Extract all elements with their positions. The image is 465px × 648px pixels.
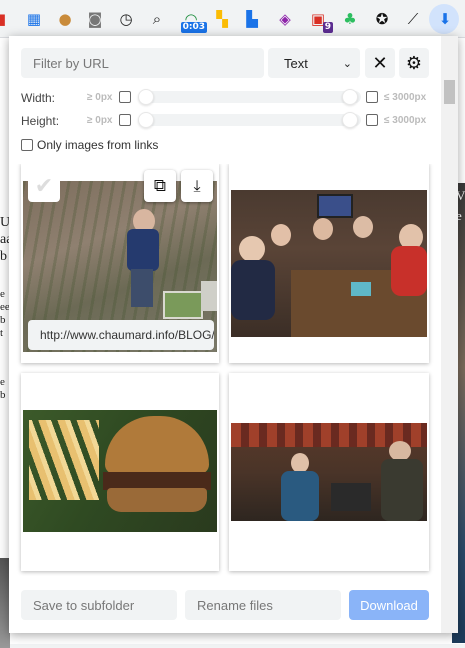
download-image-button[interactable]: ⤓: [181, 170, 213, 202]
clock-icon[interactable]: ◷: [116, 9, 136, 29]
image-thumbnail[interactable]: [231, 190, 427, 337]
burger-bun-top: [105, 416, 209, 474]
cookie-icon[interactable]: ●: [55, 9, 75, 29]
person-head: [239, 236, 265, 262]
height-min-checkbox[interactable]: [119, 114, 131, 126]
person-body-red: [391, 246, 427, 296]
timer-badge: 0:03: [180, 22, 207, 33]
only-links-checkbox[interactable]: [21, 139, 33, 151]
width-range-slider[interactable]: [139, 91, 361, 103]
height-max-checkbox[interactable]: [366, 114, 378, 126]
select-image-button[interactable]: ✔: [28, 170, 60, 202]
stack-extension-icon[interactable]: ▙: [242, 9, 262, 29]
image-url-field[interactable]: http://www.chaumard.info/BLOG/: [28, 320, 214, 350]
settings-button[interactable]: ⚙: [399, 48, 429, 78]
width-max-handle[interactable]: [342, 89, 358, 105]
subfolder-input[interactable]: Save to subfolder: [21, 590, 177, 620]
extension-red-icon[interactable]: ▮: [0, 9, 12, 29]
scrollbar[interactable]: [441, 36, 458, 633]
width-min-checkbox[interactable]: [119, 91, 131, 103]
height-max-handle[interactable]: [342, 112, 358, 128]
shield-extension-icon[interactable]: ◈: [275, 9, 295, 29]
person-legs: [131, 269, 153, 307]
download-button[interactable]: Download: [349, 590, 429, 620]
download-icon: ⤓: [193, 176, 201, 195]
image-card[interactable]: ✔ ⧉ ⤓ http://www.chaumard.info/BLOG/: [21, 163, 219, 363]
width-label: Width:: [21, 91, 56, 105]
close-icon: ✕: [372, 52, 388, 74]
bag: [331, 483, 371, 511]
width-max-label: ≤ 3000px: [384, 92, 427, 103]
image-thumbnail[interactable]: [231, 423, 427, 521]
aperture-icon[interactable]: ✪: [372, 9, 392, 29]
person-head: [353, 216, 373, 238]
person-body: [127, 229, 159, 271]
evernote-icon[interactable]: ♣: [340, 9, 360, 29]
sheet-extension-icon[interactable]: ▦: [24, 9, 44, 29]
person-head: [271, 224, 291, 246]
download-footer: Save to subfolder Rename files Download: [9, 576, 441, 633]
image-downloader-icon[interactable]: ⬇: [435, 9, 455, 29]
close-button[interactable]: ✕: [365, 48, 395, 78]
height-range-slider[interactable]: [139, 114, 361, 126]
cup: [351, 282, 371, 296]
scrollbar-thumb[interactable]: [444, 80, 455, 104]
width-min-handle[interactable]: [138, 89, 154, 105]
chevron-down-icon: ⌄: [342, 56, 352, 70]
filter-url-input[interactable]: Filter by URL: [21, 48, 264, 78]
only-links-label[interactable]: Only images from links: [37, 138, 158, 152]
vegetable-crate: [163, 291, 203, 319]
fries: [29, 420, 99, 500]
open-in-new-icon: ⧉: [153, 176, 167, 196]
image-card[interactable]: [21, 373, 219, 571]
open-image-button[interactable]: ⧉: [144, 170, 176, 202]
background-text-block-3: e b: [0, 376, 6, 402]
person-head: [291, 453, 309, 473]
burger-bun-bottom: [107, 488, 207, 512]
browser-extensions-toolbar: ▮ ▦ ● ◙ ◷ ⌕ ◠ 0:03 ▚ ▙ ◈ ▣ 9 ♣ ✪ ⟋ ⬇: [0, 0, 465, 38]
height-label: Height:: [21, 114, 60, 128]
background-text: e: [0, 376, 5, 388]
image-card[interactable]: [229, 373, 429, 571]
background-text: b: [0, 389, 6, 401]
height-min-label: ≥ 0px: [87, 115, 113, 126]
search-inspect-icon[interactable]: ⌕: [147, 9, 167, 29]
filter-header: Filter by URL Text ⌄ ✕ ⚙ Width: ≥ 0px ≤ …: [9, 36, 441, 164]
monitor-extension-icon[interactable]: ▣ 9: [308, 9, 333, 33]
image-thumbnail[interactable]: [23, 410, 217, 532]
speed-gauge-icon[interactable]: ◠ 0:03: [180, 9, 207, 33]
squares-extension-icon[interactable]: ▚: [212, 9, 232, 29]
image-card[interactable]: [229, 163, 429, 363]
image-downloader-popup: ✔ ⧉ ⤓ http://www.chaumard.info/BLOG/ Fil…: [9, 36, 458, 633]
person-head: [389, 441, 411, 461]
width-max-checkbox[interactable]: [366, 91, 378, 103]
width-min-label: ≥ 0px: [87, 92, 113, 103]
checkmark-icon: ✔: [34, 173, 54, 199]
tv-screen: [317, 194, 353, 218]
height-max-label: ≤ 3000px: [384, 115, 427, 126]
person-head: [313, 218, 333, 240]
person-body: [231, 260, 275, 320]
crate-edge: [201, 281, 217, 311]
camera-icon[interactable]: ◙: [85, 9, 105, 29]
height-min-handle[interactable]: [138, 112, 154, 128]
gear-icon: ⚙: [405, 52, 423, 74]
rename-files-input[interactable]: Rename files: [185, 590, 341, 620]
eyedropper-icon[interactable]: ⟋: [403, 9, 423, 29]
person-body: [381, 459, 423, 521]
count-badge: 9: [322, 22, 333, 33]
filter-mode-value: Text: [284, 55, 308, 71]
person-body: [281, 471, 319, 521]
filter-mode-select[interactable]: Text ⌄: [268, 48, 360, 78]
